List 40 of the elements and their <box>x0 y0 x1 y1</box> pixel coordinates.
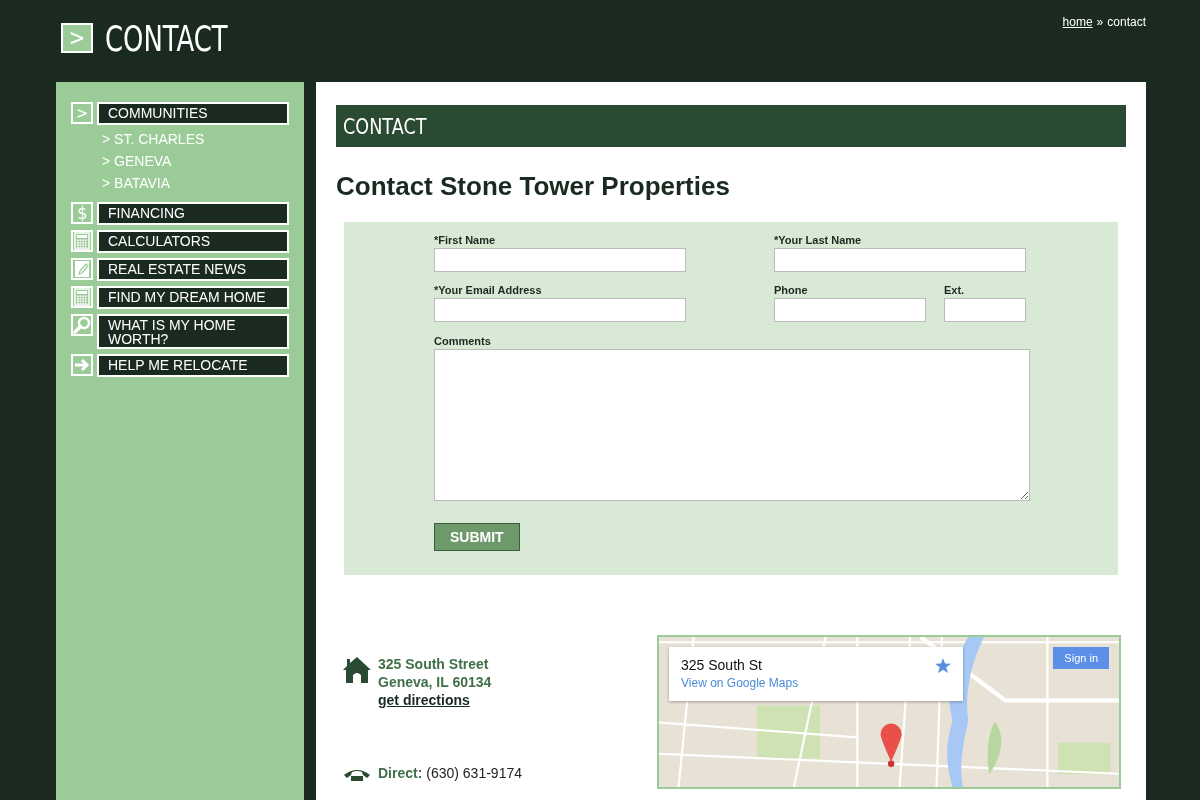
glyph-icon: $ <box>71 202 93 224</box>
glyph-icon: > <box>71 102 93 124</box>
section-title: CONTACT <box>343 113 427 139</box>
breadcrumb-current: contact <box>1107 15 1146 31</box>
input-field[interactable] <box>774 298 926 322</box>
field-label: Comments <box>434 335 492 347</box>
field-label: Ext. <box>944 284 966 296</box>
address-line: 325 South Street <box>378 655 490 673</box>
comments-field[interactable] <box>434 349 1030 501</box>
magnifier-icon <box>71 314 93 336</box>
place-name: 325 South St <box>681 657 762 673</box>
note-icon <box>71 258 93 280</box>
page-title: CONTACT <box>105 17 228 59</box>
map-link[interactable]: View on Google Maps <box>681 676 799 690</box>
field-label: *First Name <box>434 234 497 246</box>
field-label: *Your Last Name <box>774 234 863 246</box>
input-field[interactable] <box>434 298 686 322</box>
nav-item[interactable]: COMMUNITIES <box>97 102 289 125</box>
page-heading: Contact Stone Tower Properties <box>336 171 731 202</box>
input-field[interactable] <box>434 248 686 272</box>
field-label: Phone <box>774 284 809 296</box>
input-field[interactable] <box>944 298 1026 322</box>
telephone-icon <box>342 767 372 781</box>
calculator-icon <box>71 286 93 308</box>
calculator-icon <box>71 230 93 252</box>
nav-item[interactable]: WHAT IS MY HOME WORTH? <box>97 314 289 349</box>
star-icon[interactable] <box>935 657 951 673</box>
directions-link[interactable]: get directions <box>378 691 492 709</box>
field-label: *Your Email Address <box>434 284 543 296</box>
breadcrumb-separator: » <box>1096 15 1104 31</box>
nav-item[interactable]: HELP ME RELOCATE <box>97 354 289 377</box>
input-field[interactable] <box>774 248 1026 272</box>
nav-item[interactable]: FIND MY DREAM HOME <box>97 286 289 309</box>
home-link[interactable]: home <box>1062 15 1093 31</box>
house-icon <box>342 655 372 685</box>
nav-item[interactable]: FINANCING <box>97 202 289 225</box>
nav-item[interactable]: REAL ESTATE NEWS <box>97 258 289 281</box>
nav-item[interactable]: CALCULATORS <box>97 230 289 253</box>
phone-number: Direct: (630) 631-9174 <box>378 765 522 781</box>
address-line: Geneva, IL 60134 <box>378 673 492 691</box>
